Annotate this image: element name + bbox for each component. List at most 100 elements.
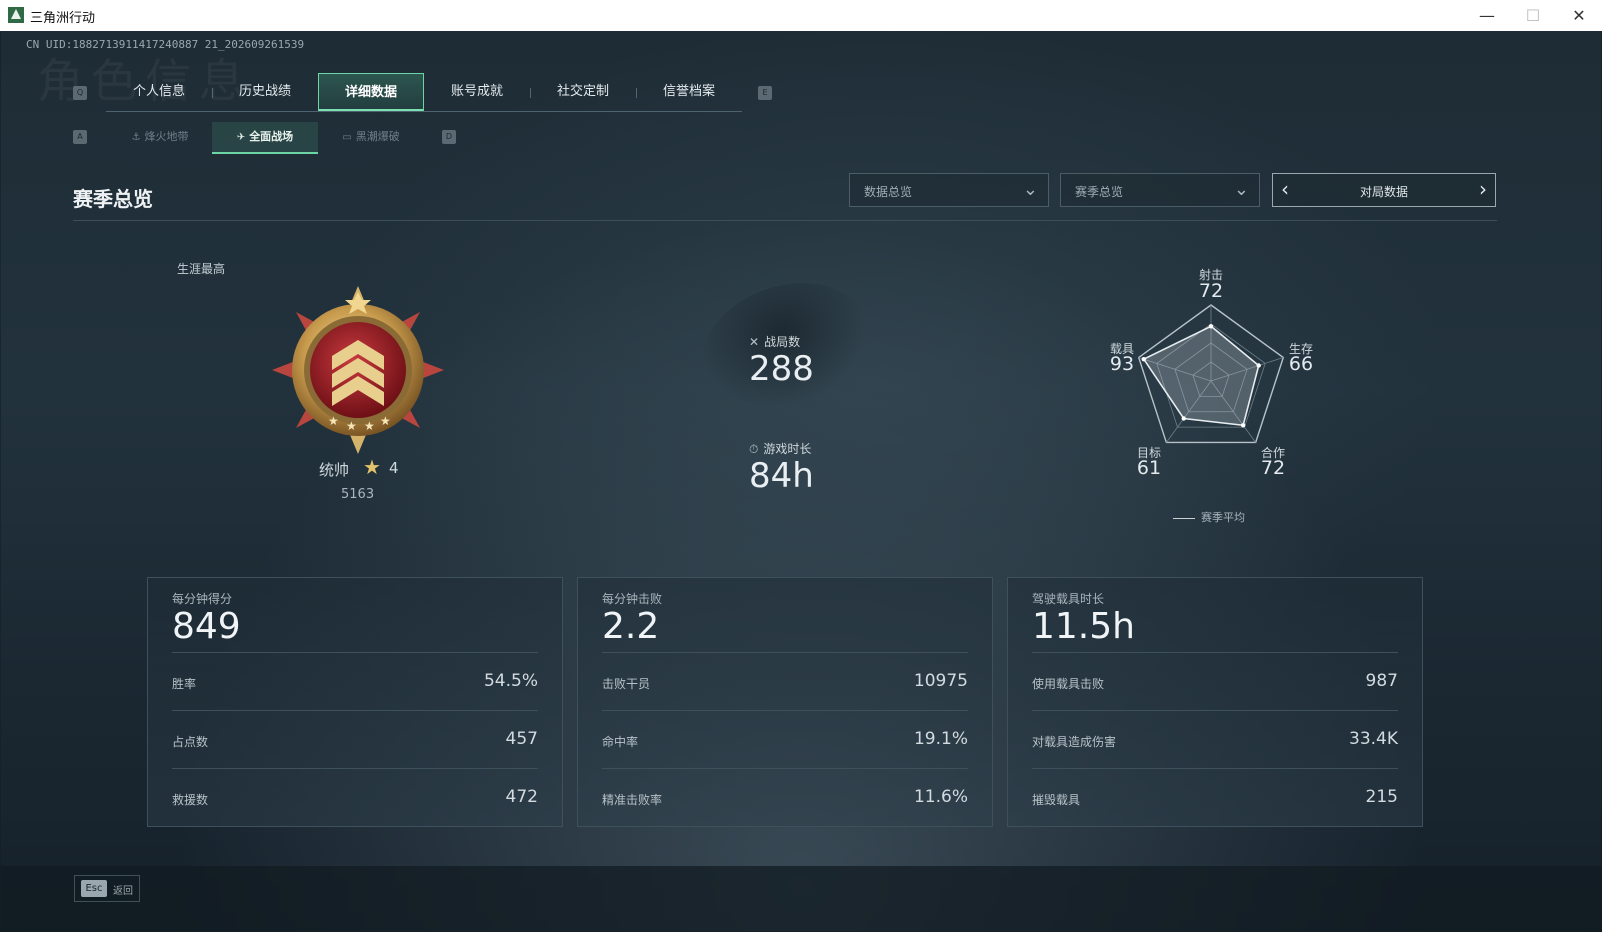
maximize-button[interactable]: ☐ [1510,0,1556,31]
battlefield-icon: ✈ [236,132,246,143]
section-divider [73,220,1497,221]
legend-line-swatch [1173,517,1195,519]
esc-key-hint: Esc [81,880,107,897]
chevron-down-icon: ⌄ [1022,179,1038,200]
stat-value: 215 [1365,787,1398,807]
stat-row: 救援数 472 [172,768,538,827]
panel-head-value: 849 [172,606,241,647]
stopwatch-icon: ⏱ [749,442,759,456]
radar-value-shooting: 72 [1198,280,1224,302]
stat-value: 10975 [913,671,968,691]
radar-vertex-dot [1208,324,1214,329]
svg-text:★: ★ [328,414,339,428]
playtime-label-row: ⏱ 游戏时长 [749,440,811,457]
rank-star-count: 4 [389,459,399,477]
close-button[interactable]: ✕ [1556,0,1602,31]
panel-head-value: 11.5h [1032,606,1135,647]
rank-medal-icon: ★ ★ ★ ★ [272,286,444,454]
chevron-down-icon: ⌄ [1233,179,1249,200]
stat-label: 对载具造成伤害 [1032,735,1117,749]
tab-history[interactable]: 历史战绩 [212,73,318,111]
matches-label: 战局数 [764,335,801,349]
radar-value-vehicle: 93 [1109,353,1135,375]
radar-value-objective: 61 [1136,457,1162,479]
stat-row: 击败干员 10975 [602,652,968,711]
tab-label: 历史战绩 [238,84,291,99]
stat-row: 胜率 54.5% [172,652,538,711]
score-stats-panel: 每分钟得分 849 胜率 54.5% 占点数 457 救援数 472 [147,577,563,827]
stat-row: 摧毁载具 215 [1032,768,1398,827]
matches-label-row: ✕ 战局数 [749,333,800,350]
stat-label: 救援数 [172,793,209,807]
svg-text:★: ★ [364,419,375,433]
next-mode-key-hint: D [442,130,456,144]
stat-value: 19.1% [913,729,968,749]
panel-head-label: 每分钟击败 [602,592,663,606]
stat-row: 精准击败率 11.6% [602,768,968,827]
stat-label: 占点数 [172,735,209,749]
tab-achievements[interactable]: 账号成就 [424,73,530,111]
pager-label: 对局数据 [1359,185,1408,199]
radar-value-teamwork: 72 [1260,457,1286,479]
chevron-right-icon[interactable]: › [1479,177,1487,201]
main-tab-bar: 个人信息 历史战绩 详细数据 账号成就 社交定制 信誉档案 [106,73,742,112]
radar-value-survival: 66 [1288,353,1314,375]
data-pager: ‹ 对局数据 › [1272,173,1496,207]
dropdown-value: 数据总览 [864,185,913,199]
stat-label: 摧毁载具 [1032,793,1081,807]
subtab-demolition[interactable]: ▭ 黑潮爆破 [318,122,424,152]
panel-head-value: 2.2 [602,606,660,647]
vehicle-stats-panel: 驾驶载具时长 11.5h 使用载具击败 987 对载具造成伤害 33.4K 摧毁… [1007,577,1423,827]
stat-value: 54.5% [483,671,538,691]
dropdown-value: 赛季总览 [1075,185,1124,199]
career-highest-label: 生涯最高 [177,262,226,276]
back-label: 返回 [113,886,133,897]
stat-row: 使用载具击败 987 [1032,652,1398,711]
subtab-label: 烽火地带 [144,130,189,143]
stat-label: 命中率 [602,735,639,749]
tab-reputation[interactable]: 信誉档案 [636,73,742,111]
demolition-icon: ▭ [342,132,352,143]
star-icon: ★ [363,455,381,479]
radar-vertex-dot [1256,363,1261,368]
stat-row: 对载具造成伤害 33.4K [1032,710,1398,769]
radar-vertex-dot [1181,416,1186,421]
tab-label: 账号成就 [450,84,503,99]
radar-legend: 赛季平均 [1173,509,1245,525]
section-title: 赛季总览 [73,187,153,211]
stat-value: 987 [1365,671,1398,691]
stat-value: 33.4K [1349,729,1398,749]
radar-vertex-dot [1240,423,1246,428]
tab-label: 个人信息 [132,84,185,99]
game-viewport: 角色信息 CN UID:1882713911417240887 21_20260… [1,31,1601,931]
flame-zone-icon: ⚓ [131,132,141,143]
svg-text:★: ★ [346,419,357,433]
window-titlebar: 三角洲行动 — ☐ ✕ [0,0,1602,31]
stat-value: 457 [505,729,538,749]
player-uid: CN UID:1882713911417240887 21_2026092615… [26,38,305,51]
playtime-label: 游戏时长 [763,442,812,456]
data-type-dropdown[interactable]: 数据总览 ⌄ [849,173,1049,207]
panel-head-label: 每分钟得分 [172,592,233,606]
tab-label: 社交定制 [556,84,609,99]
tab-personal-info[interactable]: 个人信息 [106,73,212,111]
matches-value: 288 [749,349,814,389]
radar-vertex-dot [1141,356,1146,362]
tab-social[interactable]: 社交定制 [530,73,636,111]
rank-name: 统帅 [319,461,350,479]
subtab-label: 黑潮爆破 [355,130,400,143]
minimize-button[interactable]: — [1464,0,1510,31]
prev-mode-key-hint: A [73,130,87,144]
stat-label: 击败干员 [602,677,651,691]
stat-value: 11.6% [913,787,968,807]
svg-text:★: ★ [380,414,391,428]
tab-detailed-data[interactable]: 详细数据 [318,73,424,111]
tab-label: 信誉档案 [662,84,715,99]
subtab-battlefield[interactable]: ✈ 全面战场 [212,122,318,154]
crossed-swords-icon: ✕ [749,335,760,349]
tab-label: 详细数据 [344,85,397,100]
season-dropdown[interactable]: 赛季总览 ⌄ [1060,173,1260,207]
stat-label: 使用载具击败 [1032,677,1105,691]
subtab-flame-zone[interactable]: ⚓ 烽火地带 [107,122,213,152]
kill-stats-panel: 每分钟击败 2.2 击败干员 10975 命中率 19.1% 精准击败率 11.… [577,577,993,827]
